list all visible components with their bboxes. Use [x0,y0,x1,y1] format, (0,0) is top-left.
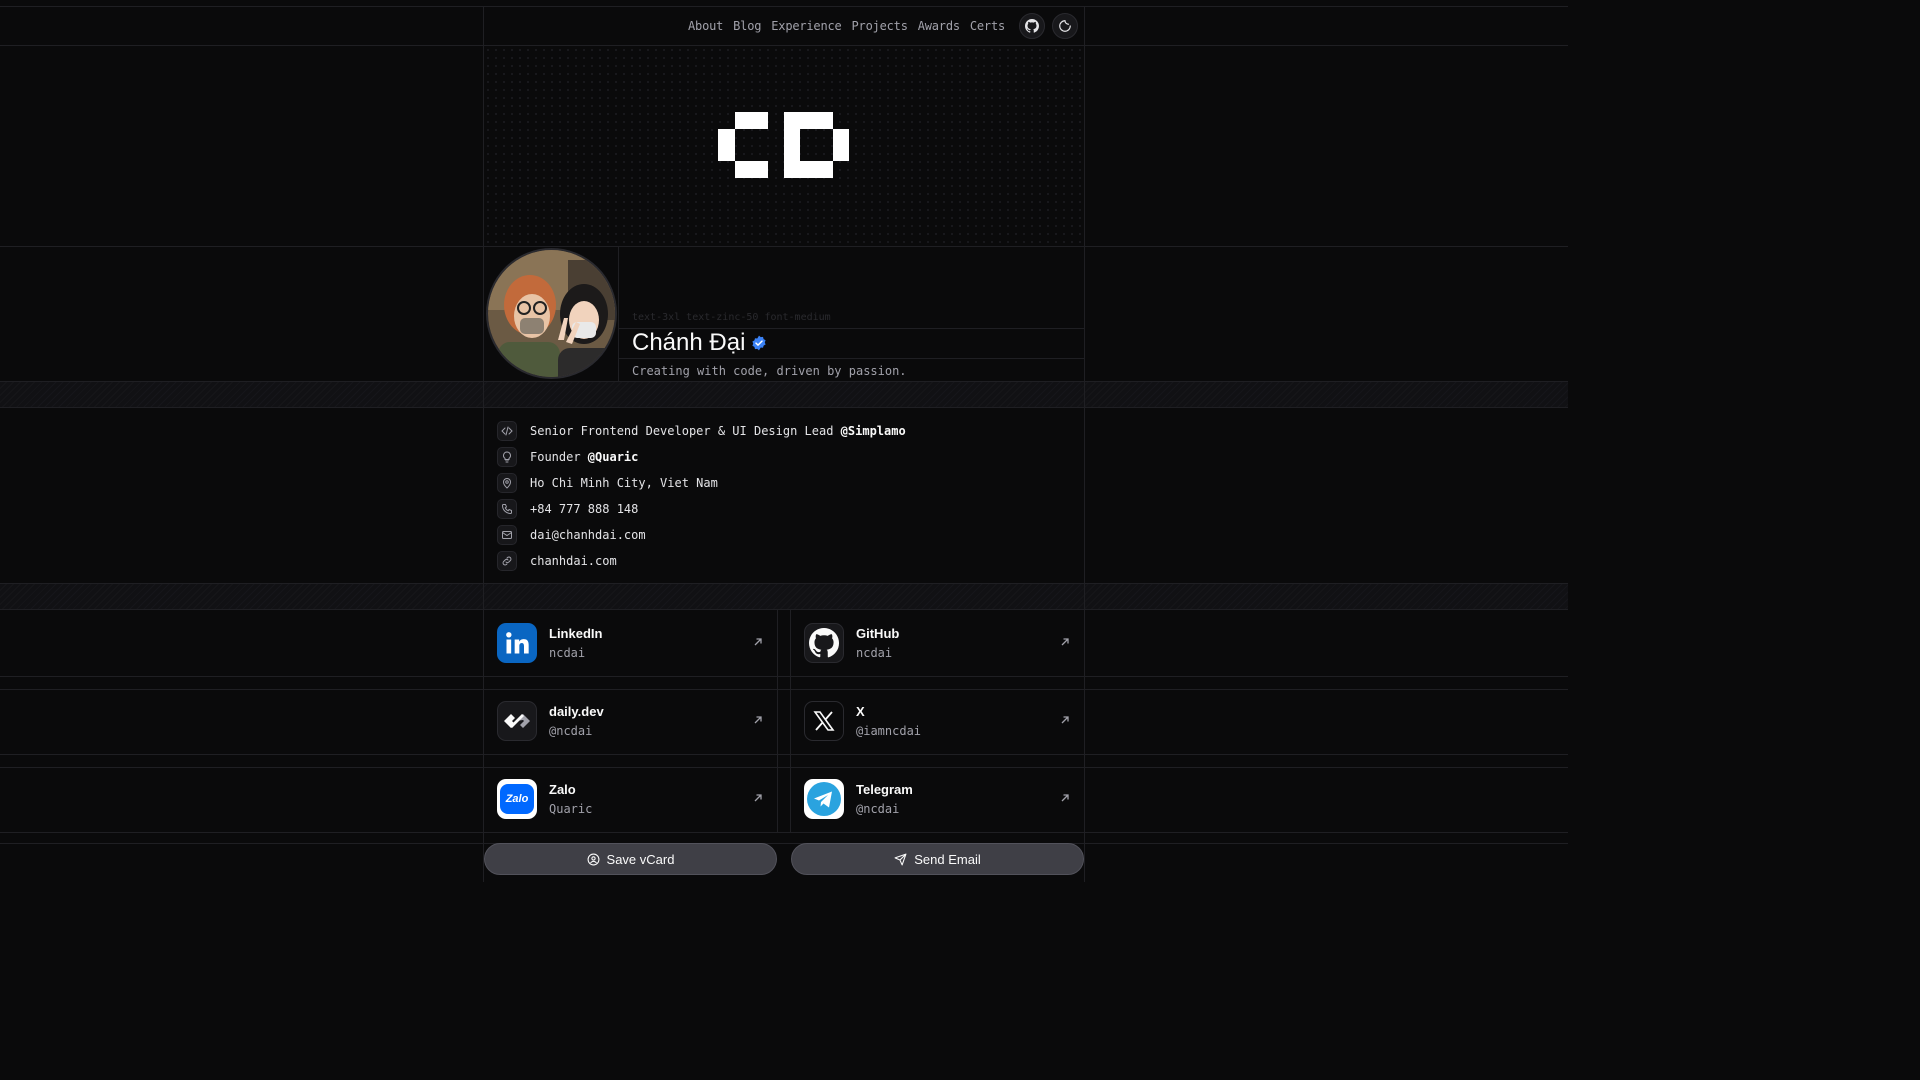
hatch-separator-1 [0,381,1568,408]
row-divider-6 [0,843,1568,844]
github-icon [804,623,844,663]
send-email-label: Send Email [914,851,981,867]
founder-company-link[interactable]: @Quaric [588,450,639,464]
card-handle: @ncdai [549,724,593,738]
card-title: Telegram [856,782,913,797]
info-email: dai@chanhdai.com [497,525,646,545]
website-link[interactable]: chanhdai.com [530,554,617,568]
row-divider-5 [0,832,1568,833]
linkedin-icon [497,623,537,663]
social-card-x[interactable]: X @iamncdai [791,689,1084,753]
github-icon[interactable] [1019,13,1045,39]
telegram-icon [804,779,844,819]
code-icon [497,421,517,441]
mail-icon [497,525,517,545]
phone-icon [497,499,517,519]
nav-link-certs[interactable]: Certs [970,19,1005,33]
card-handle: @iamncdai [856,724,922,738]
info-website: chanhdai.com [497,551,617,571]
profile-name: Chánh Đại [632,329,767,357]
card-handle: @ncdai [856,802,900,816]
zalo-icon: Zalo [497,779,537,819]
card-title: Zalo [549,782,576,797]
email-link[interactable]: dai@chanhdai.com [530,528,646,542]
nav-link-experience[interactable]: Experience [771,19,841,33]
card-handle: Quaric [549,802,593,816]
hero-divider [0,246,1568,247]
location-text: Ho Chi Minh City, Viet Nam [530,476,718,490]
card-title: daily.dev [549,704,604,719]
card-handle: ncdai [549,646,586,660]
send-email-button[interactable]: Send Email [791,843,1084,875]
row-divider-2 [0,689,1568,690]
external-link-icon [1061,794,1069,802]
theme-toggle-icon[interactable] [1052,13,1078,39]
info-role: Senior Frontend Developer & UI Design Le… [497,421,906,441]
avatar-divider [618,247,619,381]
hero-banner [484,46,1084,246]
info-phone: +84 777 888 148 [497,499,638,519]
save-vcard-button[interactable]: Save vCard [484,843,777,875]
card-handle: ncdai [856,646,893,660]
send-icon [894,853,907,865]
row-divider-4 [0,767,1568,768]
top-nav: About Blog Experience Projects Awards Ce… [484,7,1084,45]
dailydev-icon [497,701,537,741]
hatch-separator-2 [0,583,1568,610]
nav-link-about[interactable]: About [688,19,723,33]
founder-text: Founder [530,450,588,464]
role-text: Senior Frontend Developer & UI Design Le… [530,424,841,438]
card-title: X [856,704,865,719]
nav-link-awards[interactable]: Awards [918,19,960,33]
row-divider-3 [0,754,1568,755]
phone-link[interactable]: +84 777 888 148 [530,502,638,516]
x-icon [804,701,844,741]
pixel-logo [718,112,849,178]
nav-link-projects[interactable]: Projects [852,19,908,33]
social-card-dailydev[interactable]: daily.dev @ncdai [484,689,777,753]
social-card-zalo[interactable]: Zalo Zalo Quaric [484,767,777,831]
ghost-class-hint: text-3xl text-zinc-50 font-medium [632,312,831,323]
social-card-telegram[interactable]: Telegram @ncdai [791,767,1084,831]
card-divider-left [777,610,778,833]
profile-name-text: Chánh Đại [632,329,746,356]
external-link-icon [754,716,762,724]
external-link-icon [754,638,762,646]
avatar [486,248,617,379]
save-vcard-label: Save vCard [606,851,675,867]
nav-link-blog[interactable]: Blog [733,19,761,33]
role-company-link[interactable]: @Simplamo [841,424,906,438]
name-bottom-divider [619,358,1084,359]
external-link-icon [1061,638,1069,646]
info-founder: Founder @Quaric [497,447,638,467]
info-location: Ho Chi Minh City, Viet Nam [497,473,718,493]
social-card-linkedin[interactable]: LinkedIn ncdai [484,611,777,675]
external-link-icon [754,794,762,802]
lightbulb-icon [497,447,517,467]
card-title: LinkedIn [549,626,603,641]
profile-tagline: Creating with code, driven by passion. [632,364,907,378]
social-card-github[interactable]: GitHub ncdai [791,611,1084,675]
verified-badge-icon [751,335,767,351]
card-title: GitHub [856,626,900,641]
zalo-logo-text: Zalo [500,784,534,814]
map-pin-icon [497,473,517,493]
user-circle-icon [587,853,599,865]
link-icon [497,551,517,571]
row-divider-1 [0,676,1568,677]
right-rail [1084,7,1085,882]
external-link-icon [1061,716,1069,724]
